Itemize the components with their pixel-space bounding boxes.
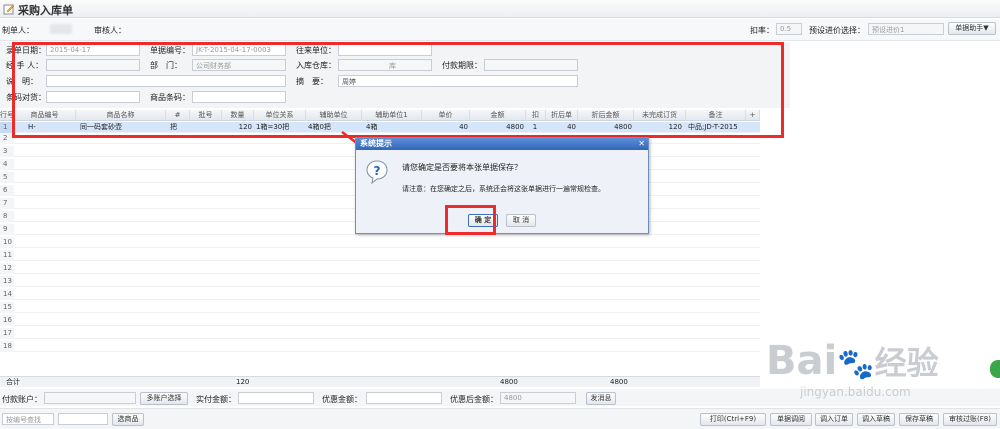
assist-button[interactable]: 单据助手▼ — [948, 22, 996, 35]
row-number: 4 — [0, 159, 14, 170]
cancel-button[interactable]: 取 消 — [506, 214, 536, 227]
search-input[interactable]: 按编号查找 — [2, 413, 54, 425]
save-draft-button[interactable]: 保存草稿 — [899, 413, 939, 426]
actual-pay-input[interactable] — [238, 392, 314, 404]
pay-account-select[interactable] — [44, 392, 136, 404]
close-icon[interactable]: ✕ — [638, 139, 645, 148]
row-number: 14 — [0, 289, 14, 300]
send-message-button[interactable]: 发消息 — [586, 392, 616, 405]
row-number: 6 — [0, 185, 14, 196]
row-number: 3 — [0, 146, 14, 157]
totals-row: 合计 120 4800 4800 — [0, 376, 760, 387]
totals-label: 合计 — [6, 378, 20, 386]
action-bar: 按编号查找 选商品 打印(Ctrl+F9) 单据调阅 调入订单 调入草稿 保存草… — [0, 408, 1000, 429]
preset-select[interactable]: 预设进价1 — [868, 23, 944, 35]
doc-adjust-button[interactable]: 单据调阅 — [770, 413, 812, 426]
after-discount-input[interactable]: 4800 — [500, 392, 576, 404]
row-number: 5 — [0, 172, 14, 183]
row-number: 11 — [0, 250, 14, 261]
discount-label: 扣率： — [750, 26, 774, 35]
row-number: 13 — [0, 276, 14, 287]
discount-input[interactable]: 0.5 — [776, 23, 802, 35]
title-bar: 采购入库单 — [0, 0, 1000, 18]
confirm-dialog: 系统提示 ✕ ? 请您确定是否要将本张单据保存？ 请注意：在您确定之后，系统还会… — [355, 137, 649, 234]
discount-amount-input[interactable] — [366, 392, 442, 404]
table-row[interactable]: 16 — [0, 315, 760, 326]
dialog-body: ? 请您确定是否要将本张单据保存？ 请注意：在您确定之后，系统还会将这张单据进行… — [356, 150, 648, 233]
header-row: 制单人： 审核人： 扣率： 0.5 预设进价选择： 预设进价1 单据助手▼ — [0, 19, 1000, 41]
table-row[interactable]: 18 — [0, 341, 760, 352]
dialog-question: 请您确定是否要将本张单据保存？ — [402, 163, 522, 172]
row-number: 18 — [0, 341, 14, 352]
row-number: 9 — [0, 224, 14, 235]
multi-account-button[interactable]: 多账户选择 — [140, 392, 188, 405]
question-icon: ? — [366, 160, 388, 184]
actual-pay-label: 实付金额： — [196, 395, 236, 404]
preset-label: 预设进价选择： — [809, 26, 865, 35]
row-number: 16 — [0, 315, 14, 326]
side-tab-icon[interactable] — [990, 360, 1000, 378]
reviewer-label: 审核人： — [94, 26, 126, 35]
table-row[interactable]: 10 — [0, 237, 760, 248]
page-title: 采购入库单 — [18, 4, 73, 17]
select-goods-button[interactable]: 选商品 — [112, 413, 144, 426]
row-number: 17 — [0, 328, 14, 339]
watermark-url: jingyan.baidu.com — [800, 385, 911, 399]
totals-amount: 4800 — [500, 378, 518, 386]
highlight-box — [12, 42, 784, 138]
discount-amount-label: 优惠金额： — [322, 395, 362, 404]
totals-qty: 120 — [236, 378, 250, 386]
row-number: 12 — [0, 263, 14, 274]
table-row[interactable]: 17 — [0, 328, 760, 339]
import-order-button[interactable]: 调入订单 — [815, 413, 853, 426]
edit-icon — [3, 4, 15, 15]
row-number: 15 — [0, 302, 14, 313]
search-value-input[interactable] — [58, 413, 108, 425]
table-row[interactable]: 13 — [0, 276, 760, 287]
watermark-brand: Bai🐾经验 — [766, 338, 939, 384]
highlight-ok-box — [445, 205, 496, 235]
row-number: 8 — [0, 211, 14, 222]
dialog-title: 系统提示 — [356, 138, 648, 150]
table-row[interactable]: 12 — [0, 263, 760, 274]
dialog-notice: 请注意：在您确定之后，系统还会将这张单据进行一遍常规检查。 — [402, 185, 605, 193]
pay-account-label: 付款账户： — [2, 395, 42, 404]
import-draft-button[interactable]: 调入草稿 — [857, 413, 895, 426]
svg-text:?: ? — [374, 164, 381, 178]
table-row[interactable]: 15 — [0, 302, 760, 313]
print-button[interactable]: 打印(Ctrl+F9) — [700, 413, 766, 426]
row-number: 10 — [0, 237, 14, 248]
after-discount-label: 优惠后金额： — [450, 395, 498, 404]
maker-value — [50, 24, 72, 34]
table-row[interactable]: 14 — [0, 289, 760, 300]
row-number: 7 — [0, 198, 14, 209]
review-pass-button[interactable]: 审核过账(F8) — [943, 413, 997, 426]
totals-damount: 4800 — [610, 378, 628, 386]
table-row[interactable]: 11 — [0, 250, 760, 261]
maker-label: 制单人： — [2, 26, 34, 35]
